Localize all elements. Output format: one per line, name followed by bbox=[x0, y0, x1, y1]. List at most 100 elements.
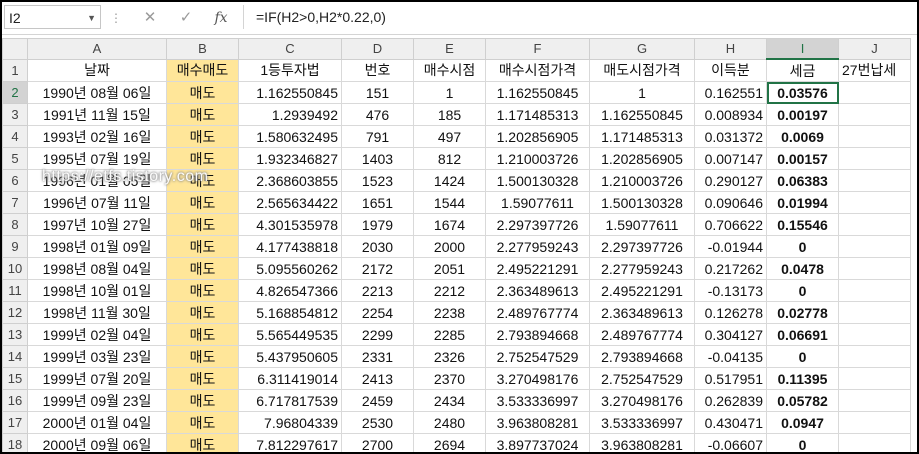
cancel-icon[interactable]: ✕ bbox=[138, 8, 162, 28]
cell-d[interactable]: 476 bbox=[341, 103, 414, 126]
cell-b[interactable]: 매도 bbox=[166, 389, 239, 412]
column-header-a[interactable]: A bbox=[27, 38, 167, 60]
cell-i[interactable]: 0.03576 bbox=[766, 81, 839, 104]
header-cell-h[interactable]: 이득분 bbox=[694, 58, 767, 82]
cell-b[interactable]: 매도 bbox=[166, 81, 239, 104]
row-header[interactable]: 9 bbox=[2, 235, 28, 258]
cell-i[interactable]: 0.0478 bbox=[766, 257, 839, 280]
cell-i[interactable]: 0.06383 bbox=[766, 169, 839, 192]
cell-d[interactable]: 2254 bbox=[341, 301, 414, 324]
header-cell-i[interactable]: 세금 bbox=[766, 58, 839, 82]
cell-f[interactable]: 3.270498176 bbox=[485, 367, 590, 390]
row-header[interactable]: 12 bbox=[2, 301, 28, 324]
row-header[interactable]: 1 bbox=[2, 58, 28, 82]
cell-e[interactable]: 2285 bbox=[413, 323, 486, 346]
cell-e[interactable]: 2694 bbox=[413, 433, 486, 452]
cell-b[interactable]: 매도 bbox=[166, 103, 239, 126]
cell-h[interactable]: 0.304127 bbox=[694, 323, 767, 346]
column-header-d[interactable]: D bbox=[341, 38, 414, 60]
cell-f[interactable]: 1.210003726 bbox=[485, 147, 590, 170]
cell-i[interactable]: 0 bbox=[766, 345, 839, 368]
cell-f[interactable]: 1.171485313 bbox=[485, 103, 590, 126]
cell-e[interactable]: 1544 bbox=[413, 191, 486, 214]
column-header-c[interactable]: C bbox=[238, 38, 342, 60]
cell-f[interactable]: 1.162550845 bbox=[485, 81, 590, 104]
cell-e[interactable]: 2000 bbox=[413, 235, 486, 258]
cell-b[interactable]: 매도 bbox=[166, 147, 239, 170]
row-header[interactable]: 16 bbox=[2, 389, 28, 412]
cell-c[interactable]: 1.932346827 bbox=[238, 147, 342, 170]
cell-g[interactable]: 3.270498176 bbox=[589, 389, 695, 412]
cell-c[interactable]: 2.368603855 bbox=[238, 169, 342, 192]
cell-j[interactable] bbox=[838, 301, 911, 324]
row-header[interactable]: 18 bbox=[2, 433, 28, 452]
cell-e[interactable]: 185 bbox=[413, 103, 486, 126]
cell-i[interactable]: 0 bbox=[766, 279, 839, 302]
cell-c[interactable]: 2.565634422 bbox=[238, 191, 342, 214]
cell-g[interactable]: 1.202856905 bbox=[589, 147, 695, 170]
cell-i[interactable]: 0.0947 bbox=[766, 411, 839, 434]
cell-c[interactable]: 1.580632495 bbox=[238, 125, 342, 148]
row-header[interactable]: 5 bbox=[2, 147, 28, 170]
cell-a[interactable]: 1999년 07월 20일 bbox=[27, 367, 167, 390]
select-all-corner[interactable] bbox=[2, 38, 28, 60]
cell-d[interactable]: 2700 bbox=[341, 433, 414, 452]
cell-d[interactable]: 1523 bbox=[341, 169, 414, 192]
cell-e[interactable]: 812 bbox=[413, 147, 486, 170]
cell-c[interactable]: 5.437950605 bbox=[238, 345, 342, 368]
drag-handle-icon[interactable]: ⋮ bbox=[110, 10, 122, 26]
cell-d[interactable]: 1651 bbox=[341, 191, 414, 214]
cell-h[interactable]: 0.217262 bbox=[694, 257, 767, 280]
cell-g[interactable]: 2.297397726 bbox=[589, 235, 695, 258]
cell-e[interactable]: 497 bbox=[413, 125, 486, 148]
formula-input[interactable]: =IF(H2>0,H2*0.22,0) bbox=[243, 5, 915, 29]
name-box[interactable]: I2 ▼ bbox=[4, 5, 101, 29]
cell-i[interactable]: 0.02778 bbox=[766, 301, 839, 324]
cell-h[interactable]: -0.04135 bbox=[694, 345, 767, 368]
cell-c[interactable]: 1.162550845 bbox=[238, 81, 342, 104]
cell-a[interactable]: 1990년 08월 06일 bbox=[27, 81, 167, 104]
row-header[interactable]: 11 bbox=[2, 279, 28, 302]
cell-c[interactable]: 7.812297617 bbox=[238, 433, 342, 452]
column-header-e[interactable]: E bbox=[413, 38, 486, 60]
cell-a[interactable]: 1991년 11월 15일 bbox=[27, 103, 167, 126]
cell-j[interactable] bbox=[838, 323, 911, 346]
cell-e[interactable]: 2051 bbox=[413, 257, 486, 280]
cell-b[interactable]: 매도 bbox=[166, 301, 239, 324]
cell-a[interactable]: 1998년 01월 09일 bbox=[27, 235, 167, 258]
row-header[interactable]: 2 bbox=[2, 81, 28, 104]
cell-g[interactable]: 3.963808281 bbox=[589, 433, 695, 452]
cell-g[interactable]: 1.171485313 bbox=[589, 125, 695, 148]
row-header[interactable]: 13 bbox=[2, 323, 28, 346]
cell-i[interactable]: 0.0069 bbox=[766, 125, 839, 148]
cell-f[interactable]: 2.297397726 bbox=[485, 213, 590, 236]
cell-f[interactable]: 3.533336997 bbox=[485, 389, 590, 412]
cell-j[interactable] bbox=[838, 235, 911, 258]
cell-j[interactable] bbox=[838, 103, 911, 126]
cell-f[interactable]: 2.752547529 bbox=[485, 345, 590, 368]
cell-h[interactable]: 0.517951 bbox=[694, 367, 767, 390]
cell-c[interactable]: 6.717817539 bbox=[238, 389, 342, 412]
row-header[interactable]: 10 bbox=[2, 257, 28, 280]
header-cell-a[interactable]: 날짜 bbox=[27, 58, 167, 82]
cell-b[interactable]: 매도 bbox=[166, 169, 239, 192]
cell-a[interactable]: 1998년 11월 30일 bbox=[27, 301, 167, 324]
cell-b[interactable]: 매도 bbox=[166, 411, 239, 434]
cell-e[interactable]: 1 bbox=[413, 81, 486, 104]
cell-h[interactable]: 0.008934 bbox=[694, 103, 767, 126]
cell-j[interactable] bbox=[838, 213, 911, 236]
cell-g[interactable]: 2.489767774 bbox=[589, 323, 695, 346]
cell-i[interactable]: 0.06691 bbox=[766, 323, 839, 346]
cell-d[interactable]: 2030 bbox=[341, 235, 414, 258]
cell-j[interactable] bbox=[838, 411, 911, 434]
cell-j[interactable] bbox=[838, 257, 911, 280]
cell-f[interactable]: 1.500130328 bbox=[485, 169, 590, 192]
cell-i[interactable]: 0.15546 bbox=[766, 213, 839, 236]
cell-i[interactable]: 0.00157 bbox=[766, 147, 839, 170]
cell-i[interactable]: 0.00197 bbox=[766, 103, 839, 126]
cell-a[interactable]: 1999년 03월 23일 bbox=[27, 345, 167, 368]
enter-icon[interactable]: ✓ bbox=[174, 8, 198, 28]
row-header[interactable]: 15 bbox=[2, 367, 28, 390]
cell-f[interactable]: 2.277959243 bbox=[485, 235, 590, 258]
header-cell-f[interactable]: 매수시점가격 bbox=[485, 58, 590, 82]
